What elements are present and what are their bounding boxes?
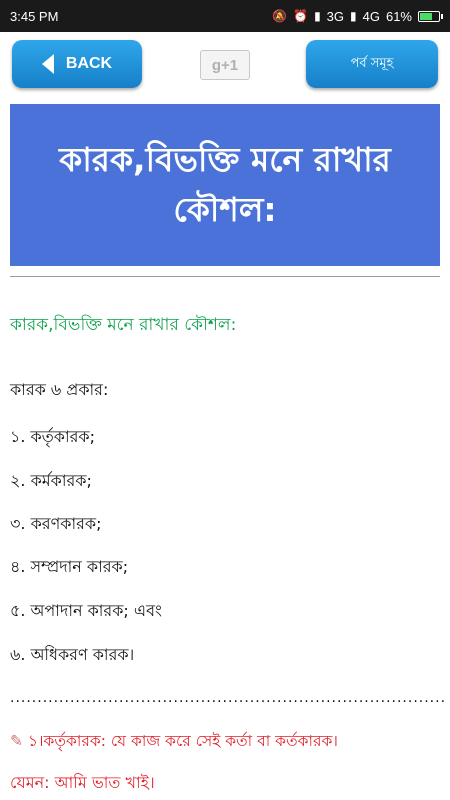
- battery-charging-icon: [418, 10, 443, 22]
- list-item: ১. কর্তৃকারক;: [10, 427, 95, 446]
- status-icons: 🔕 ⏰ ▮ 3G ▮ 4G 61%: [272, 8, 443, 24]
- network-4g: 4G: [362, 8, 380, 24]
- signal-icon: ▮: [350, 9, 357, 23]
- page-title: কারক,বিভক্তি মনে রাখার কৌশল:: [10, 104, 440, 266]
- list-item: ৪. সম্প্রদান কারক;: [10, 557, 129, 576]
- section-subtitle: কারক,বিভক্তি মনে রাখার কৌশল:: [10, 315, 237, 335]
- status-time: 3:45 PM: [10, 8, 59, 24]
- toolbar: BACK g+1 পর্ব সমূহ: [0, 32, 450, 96]
- list-item: ৬. অধিকরণ কারক।: [10, 645, 135, 664]
- pencil-icon: ✎: [10, 732, 23, 750]
- definition-text: ১।কর্তৃকারক: যে কাজ করে সেই কর্তা বা কর্…: [27, 732, 338, 750]
- episodes-button-label: পর্ব সমূহ: [350, 55, 394, 71]
- list-heading: কারক ৬ প্রকার:: [10, 380, 109, 399]
- back-button-label: BACK: [65, 55, 113, 72]
- signal-icon: ▮: [314, 9, 321, 23]
- status-bar: 3:45 PM 🔕 ⏰ ▮ 3G ▮ 4G 61%: [0, 0, 450, 32]
- back-arrow-icon: [41, 54, 54, 74]
- network-3g: 3G: [326, 8, 345, 24]
- battery-percent: 61%: [385, 8, 412, 24]
- definition-line: ✎ ১।কর্তৃকারক: যে কাজ করে সেই কর্তা বা ক…: [10, 729, 338, 755]
- google-plus-one-button[interactable]: g+1: [200, 50, 250, 80]
- list-item: ৫. অপাদান কারক; এবং: [10, 601, 162, 620]
- episodes-button[interactable]: পর্ব সমূহ: [306, 40, 438, 88]
- dotted-separator: ........................................…: [10, 690, 447, 706]
- back-button[interactable]: BACK: [12, 40, 142, 88]
- page-title-text: কারক,বিভক্তি মনে রাখার কৌশল:: [59, 140, 391, 229]
- example-line: যেমন: আমি ভাত খাই।: [10, 773, 155, 792]
- list-item: ৩. করণকারক;: [10, 514, 102, 533]
- divider: [10, 276, 440, 277]
- alarm-icon: ⏰: [293, 9, 309, 23]
- mute-icon: 🔕: [272, 9, 288, 23]
- list-item: ২. কর্মকারক;: [10, 471, 92, 490]
